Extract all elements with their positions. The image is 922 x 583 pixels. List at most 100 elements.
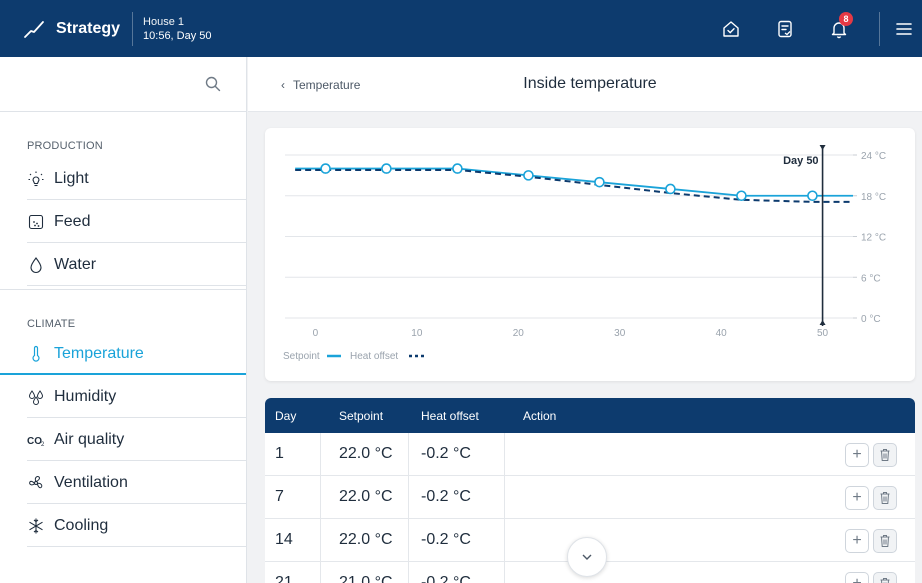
cell-day[interactable]: 1 xyxy=(265,433,321,475)
add-row-button[interactable]: + xyxy=(845,572,869,583)
table-row: 7 22.0 °C -0.2 °C + xyxy=(265,476,915,519)
app-title: Strategy xyxy=(56,19,121,37)
y-tick-label: 24 °C xyxy=(861,151,886,162)
chart-card: 24 °C 18 °C 12 °C 6 °C 0 °C 0 10 20 30 40 50 Day 50… xyxy=(265,128,915,381)
sidebar-item-light[interactable]: Light xyxy=(0,157,246,200)
main-header: ‹ Temperature Inside temperature xyxy=(248,57,922,112)
add-row-button[interactable]: + xyxy=(845,529,869,553)
delete-row-button[interactable] xyxy=(873,529,897,553)
cell-heat-offset[interactable]: -0.2 °C xyxy=(409,519,505,561)
home-status-button[interactable] xyxy=(717,15,745,43)
y-tick-label: 6 °C xyxy=(861,273,881,284)
house-check-icon xyxy=(723,20,739,37)
menu-button[interactable] xyxy=(890,15,918,43)
cell-setpoint[interactable]: 21.0 °C xyxy=(321,562,409,583)
column-header-action: Action xyxy=(523,408,557,423)
legend-heat-offset-label: Heat offset xyxy=(350,351,398,362)
cell-setpoint[interactable]: 22.0 °C xyxy=(321,519,409,561)
cell-setpoint[interactable]: 22.0 °C xyxy=(321,433,409,475)
setpoint-point xyxy=(320,163,331,174)
cell-heat-offset[interactable]: -0.2 °C xyxy=(409,476,505,518)
y-tick-label: 0 °C xyxy=(861,314,881,325)
sidebar-item-label: Temperature xyxy=(54,344,144,362)
sidebar-item-label: Light xyxy=(54,169,89,187)
sidebar-item-ventilation[interactable]: Ventilation xyxy=(0,461,246,504)
sidebar-search[interactable] xyxy=(0,57,246,112)
sidebar-item-air-quality[interactable]: CO 2 Air quality xyxy=(0,418,246,461)
line-chart-icon xyxy=(24,20,44,38)
sidebar-item-label: Cooling xyxy=(54,516,109,534)
setpoint-point xyxy=(594,176,605,188)
light-bulb-icon xyxy=(27,170,45,188)
y-tick-label: 12 °C xyxy=(861,233,886,244)
hamburger-icon xyxy=(896,22,912,35)
group-title-climate: CLIMATE xyxy=(27,318,76,330)
house-name: House 1 xyxy=(143,15,185,28)
sidebar-item-label: Feed xyxy=(54,212,91,230)
x-tick-label: 20 xyxy=(513,328,525,339)
trash-icon xyxy=(880,535,890,547)
cell-day[interactable]: 7 xyxy=(265,476,321,518)
sidebar-item-label: Ventilation xyxy=(54,473,128,491)
sidebar-item-temperature[interactable]: Temperature xyxy=(0,332,246,375)
notification-badge: 8 xyxy=(839,11,853,26)
svg-text:2: 2 xyxy=(41,442,45,448)
setpoint-point xyxy=(381,163,392,174)
cell-day[interactable]: 21 xyxy=(265,562,321,583)
column-header-heat-offset: Heat offset xyxy=(421,408,479,423)
cell-setpoint[interactable]: 22.0 °C xyxy=(321,476,409,518)
sidebar-item-humidity[interactable]: Humidity xyxy=(0,375,246,418)
delete-row-button[interactable] xyxy=(873,572,897,583)
sidebar-item-label: Air quality xyxy=(54,430,125,448)
x-tick-label: 50 xyxy=(817,328,829,339)
feed-icon xyxy=(27,213,45,231)
brand: Strategy House 1 10:56, Day 50 xyxy=(0,0,212,57)
cell-heat-offset[interactable]: -0.2 °C xyxy=(409,433,505,475)
search-icon[interactable] xyxy=(204,75,222,93)
x-tick-label: 0 xyxy=(313,328,319,339)
heat-offset-line xyxy=(295,168,853,203)
cell-day[interactable]: 14 xyxy=(265,519,321,561)
day-marker-label: Day 50 xyxy=(783,155,818,167)
sidebar-item-cooling[interactable]: Cooling xyxy=(0,504,246,547)
house-info[interactable]: House 1 10:56, Day 50 xyxy=(143,15,212,43)
house-time: 10:56, Day 50 xyxy=(143,29,212,42)
setpoint-point xyxy=(807,190,818,202)
svg-text:CO: CO xyxy=(27,436,42,447)
sidebar-item-feed[interactable]: Feed xyxy=(0,200,246,243)
trash-icon xyxy=(880,492,890,504)
sidebar-item-label: Humidity xyxy=(54,387,117,405)
report-button[interactable] xyxy=(771,15,799,43)
scroll-down-button[interactable] xyxy=(567,537,607,577)
x-tick-label: 30 xyxy=(614,328,626,339)
group-title-production: PRODUCTION xyxy=(27,140,103,152)
brand-divider xyxy=(132,11,134,46)
x-tick-label: 40 xyxy=(716,328,728,339)
add-row-button[interactable]: + xyxy=(845,486,869,510)
setpoint-point xyxy=(736,190,747,202)
column-header-setpoint: Setpoint xyxy=(339,408,384,423)
page-title: Inside temperature xyxy=(523,75,657,92)
table-row: 1 22.0 °C -0.2 °C + xyxy=(265,433,915,476)
co2-icon: CO 2 xyxy=(27,431,45,449)
x-tick-label: 10 xyxy=(411,328,423,339)
humidity-icon xyxy=(27,388,45,406)
notifications-button[interactable]: 8 xyxy=(825,11,853,43)
add-row-button[interactable]: + xyxy=(845,443,869,467)
table-header: Day Setpoint Heat offset Action xyxy=(265,398,915,433)
setpoint-point xyxy=(452,163,463,174)
delete-row-button[interactable] xyxy=(873,443,897,467)
cell-heat-offset[interactable]: -0.2 °C xyxy=(409,562,505,583)
sidebar-item-water[interactable]: Water xyxy=(0,243,246,286)
water-drop-icon xyxy=(27,256,45,274)
snowflake-icon xyxy=(27,517,45,535)
thermometer-icon xyxy=(27,345,45,363)
day-marker-bottom-arrow xyxy=(819,320,826,325)
document-icon xyxy=(778,20,792,37)
fan-icon xyxy=(27,474,45,492)
setpoint-point xyxy=(523,170,534,181)
delete-row-button[interactable] xyxy=(873,486,897,510)
trash-icon xyxy=(880,578,890,583)
top-bar: Strategy House 1 10:56, Day 50 8 xyxy=(0,0,922,57)
legend-setpoint-label: Setpoint xyxy=(283,351,320,362)
